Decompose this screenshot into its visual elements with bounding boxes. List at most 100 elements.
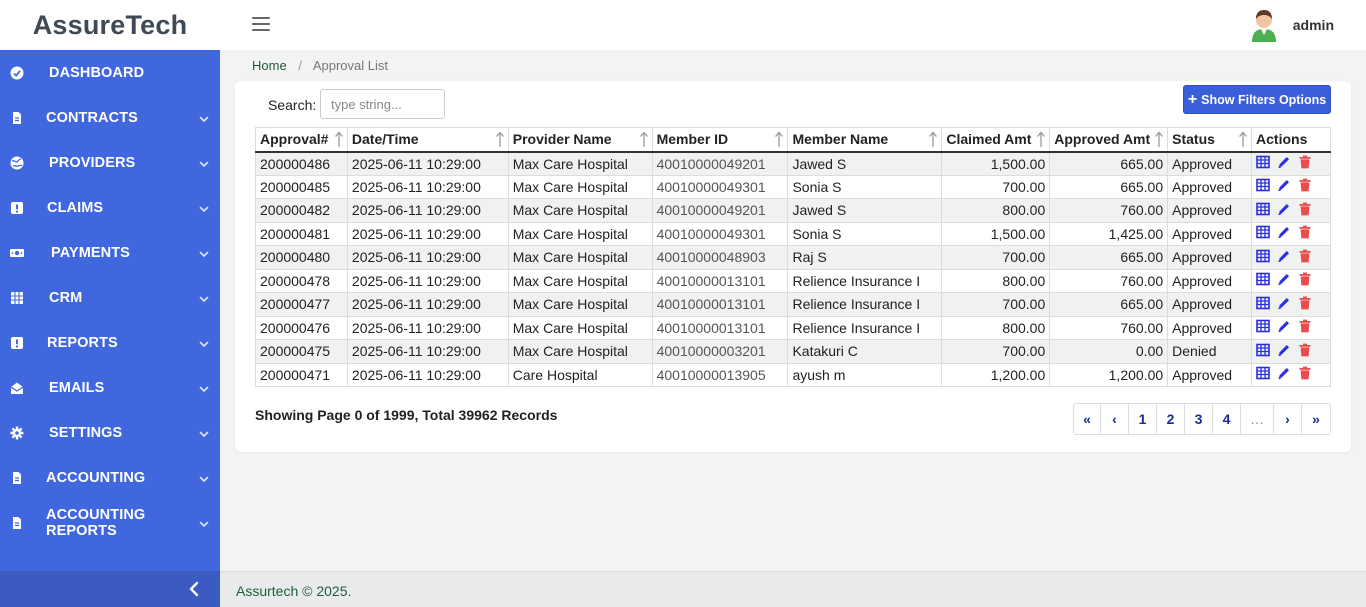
collapse-sidebar-icon[interactable]	[186, 581, 202, 597]
sidebar-item-crm[interactable]: CRM	[0, 275, 220, 320]
delete-trash-icon[interactable]	[1298, 155, 1312, 169]
table-row[interactable]: 200000486 2025-06-11 10:29:00 Max Care Hos…	[255, 151, 1331, 176]
menu-toggle-icon[interactable]	[252, 17, 270, 31]
sidebar-item-reports[interactable]: REPORTS	[0, 320, 220, 365]
column-header-label: Actions	[1256, 131, 1308, 148]
view-details-icon[interactable]	[1256, 272, 1270, 286]
column-header-status[interactable]: Status	[1167, 127, 1253, 153]
edit-pencil-icon[interactable]	[1277, 343, 1291, 357]
page-3-button[interactable]: 3	[1184, 403, 1213, 435]
sort-arrow-icon[interactable]	[1036, 131, 1046, 148]
delete-trash-icon[interactable]	[1298, 319, 1312, 333]
edit-pencil-icon[interactable]	[1277, 225, 1291, 239]
table-row[interactable]: 200000475 2025-06-11 10:29:00 Max Care Hos…	[255, 339, 1331, 364]
sort-arrow-icon[interactable]	[495, 131, 505, 148]
cell-provider-name: Care Hospital	[507, 362, 653, 387]
pagination: «‹ 1 2 3 4… ›»	[1073, 403, 1331, 435]
view-details-icon[interactable]	[1256, 319, 1270, 333]
sidebar-item-dashboard[interactable]: DASHBOARD	[0, 50, 220, 95]
page-4-button[interactable]: 4	[1212, 403, 1241, 435]
sort-arrow-icon[interactable]	[928, 131, 938, 148]
sort-arrow-icon[interactable]	[334, 131, 344, 148]
delete-trash-icon[interactable]	[1298, 249, 1312, 263]
breadcrumb-home-link[interactable]: Home	[252, 58, 287, 73]
show-filters-button[interactable]: + Show Filters Options	[1183, 85, 1331, 114]
cell-provider-name: Max Care Hospital	[507, 198, 653, 223]
sidebar-menu: DASHBOARD CONTRACTS PROVIDERS CLAIMS PAYMENT…	[0, 50, 220, 545]
page-2-button[interactable]: 2	[1156, 403, 1185, 435]
column-header-provider-name[interactable]: Provider Name	[507, 127, 653, 153]
table-row[interactable]: 200000482 2025-06-11 10:29:00 Max Care Hos…	[255, 198, 1331, 223]
sidebar-item-accounting-reports[interactable]: ACCOUNTING REPORTS	[0, 500, 220, 545]
sort-arrow-icon[interactable]	[1238, 131, 1248, 148]
table-row[interactable]: 200000477 2025-06-11 10:29:00 Max Care Hos…	[255, 292, 1331, 317]
sidebar-item-contracts[interactable]: CONTRACTS	[0, 95, 220, 140]
first-page-button[interactable]: «	[1073, 403, 1101, 435]
edit-pencil-icon[interactable]	[1277, 319, 1291, 333]
sidebar-item-label: REPORTS	[47, 334, 118, 351]
edit-pencil-icon[interactable]	[1277, 155, 1291, 169]
column-header-approved-amt[interactable]: Approved Amt	[1049, 127, 1169, 153]
brand-logo[interactable]: AssureTech	[0, 0, 220, 50]
view-details-icon[interactable]	[1256, 296, 1270, 310]
column-header-claimed-amt[interactable]: Claimed Amt	[941, 127, 1051, 153]
cell-provider-name: Max Care Hospital	[507, 315, 653, 340]
table-row[interactable]: 200000471 2025-06-11 10:29:00 Care Hospita…	[255, 362, 1331, 387]
page-1-button[interactable]: 1	[1128, 403, 1157, 435]
view-details-icon[interactable]	[1256, 178, 1270, 192]
delete-trash-icon[interactable]	[1298, 272, 1312, 286]
view-details-icon[interactable]	[1256, 366, 1270, 380]
table-row[interactable]: 200000481 2025-06-11 10:29:00 Max Care Hos…	[255, 221, 1331, 246]
previous-page-button[interactable]: ‹	[1100, 403, 1129, 435]
table-row[interactable]: 200000480 2025-06-11 10:29:00 Max Care Hos…	[255, 245, 1331, 270]
delete-trash-icon[interactable]	[1298, 296, 1312, 310]
view-details-icon[interactable]	[1256, 202, 1270, 216]
cell-member-id: 40010000049201	[651, 198, 789, 223]
cell-actions	[1251, 245, 1331, 270]
column-header-date-time[interactable]: Date/Time	[346, 127, 509, 153]
sidebar-item-label: EMAILS	[49, 379, 105, 396]
edit-pencil-icon[interactable]	[1277, 272, 1291, 286]
user-menu[interactable]: admin	[1249, 8, 1334, 42]
cell-date-time: 2025-06-11 10:29:00	[346, 174, 509, 199]
delete-trash-icon[interactable]	[1298, 366, 1312, 380]
view-details-icon[interactable]	[1256, 343, 1270, 357]
sidebar-footer	[0, 571, 220, 607]
sort-arrow-icon[interactable]	[639, 131, 649, 148]
sidebar-item-settings[interactable]: SETTINGS	[0, 410, 220, 455]
column-header-member-id[interactable]: Member ID	[651, 127, 789, 153]
globe-icon	[10, 156, 24, 170]
edit-pencil-icon[interactable]	[1277, 366, 1291, 380]
sort-arrow-icon[interactable]	[774, 131, 784, 148]
cell-provider-name: Max Care Hospital	[507, 268, 653, 293]
table-row[interactable]: 200000485 2025-06-11 10:29:00 Max Care Hos…	[255, 174, 1331, 199]
last-page-button[interactable]: »	[1301, 403, 1331, 435]
view-details-icon[interactable]	[1256, 155, 1270, 169]
sort-arrow-icon[interactable]	[1154, 131, 1164, 148]
sidebar-item-emails[interactable]: EMAILS	[0, 365, 220, 410]
search-input[interactable]	[320, 89, 445, 119]
edit-pencil-icon[interactable]	[1277, 249, 1291, 263]
view-details-icon[interactable]	[1256, 249, 1270, 263]
edit-pencil-icon[interactable]	[1277, 296, 1291, 310]
edit-pencil-icon[interactable]	[1277, 178, 1291, 192]
delete-trash-icon[interactable]	[1298, 225, 1312, 239]
cell-actions	[1251, 339, 1331, 364]
delete-trash-icon[interactable]	[1298, 178, 1312, 192]
next-page-button[interactable]: ›	[1273, 403, 1302, 435]
edit-pencil-icon[interactable]	[1277, 202, 1291, 216]
table-row[interactable]: 200000478 2025-06-11 10:29:00 Max Care Hos…	[255, 268, 1331, 293]
cell-claimed-amount: 800.00	[941, 198, 1051, 223]
column-header-member-name[interactable]: Member Name	[787, 127, 943, 153]
delete-trash-icon[interactable]	[1298, 343, 1312, 357]
sidebar-item-providers[interactable]: PROVIDERS	[0, 140, 220, 185]
sidebar-item-accounting[interactable]: ACCOUNTING	[0, 455, 220, 500]
sidebar-item-claims[interactable]: CLAIMS	[0, 185, 220, 230]
table-row[interactable]: 200000476 2025-06-11 10:29:00 Max Care Hos…	[255, 315, 1331, 340]
sidebar-item-payments[interactable]: PAYMENTS	[0, 230, 220, 275]
delete-trash-icon[interactable]	[1298, 202, 1312, 216]
approval-table: Approval# Date/Time Provider Name Member ID…	[255, 127, 1331, 387]
view-details-icon[interactable]	[1256, 225, 1270, 239]
cell-status: Approved	[1167, 174, 1253, 199]
column-header-approval[interactable]: Approval#	[255, 127, 348, 153]
